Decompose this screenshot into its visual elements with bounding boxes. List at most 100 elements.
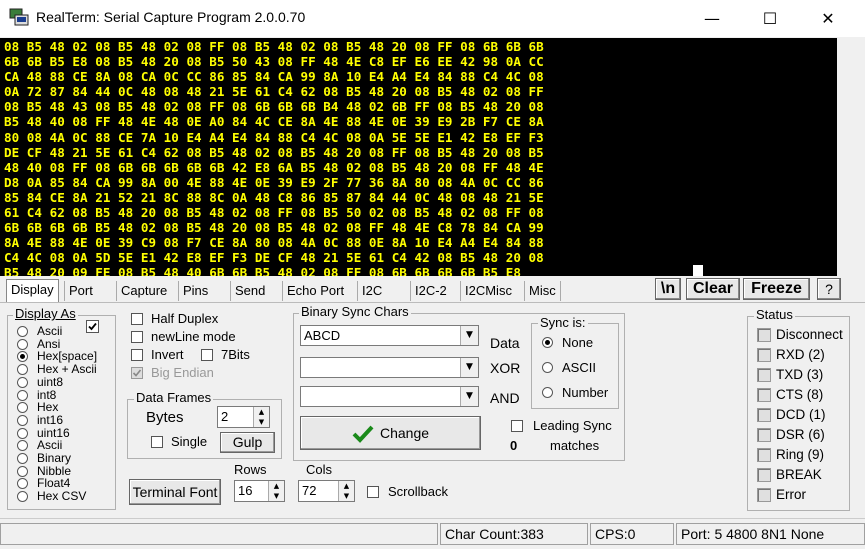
close-button[interactable]: ✕ bbox=[799, 0, 857, 37]
half-duplex-checkbox[interactable] bbox=[131, 313, 143, 325]
change-button[interactable]: Change bbox=[300, 416, 481, 450]
newline-mode-label: newLine mode bbox=[151, 329, 236, 344]
leading-sync-checkbox[interactable] bbox=[511, 420, 523, 432]
status-item: DSR (6) bbox=[757, 427, 847, 443]
display-as-radio[interactable] bbox=[17, 351, 28, 363]
bytes-value: 2 bbox=[221, 409, 229, 424]
tab-misc[interactable]: Misc bbox=[524, 281, 561, 301]
gulp-button[interactable]: Gulp bbox=[220, 432, 275, 453]
cols-spinner[interactable]: 72 ▲ ▼ bbox=[298, 480, 355, 502]
checkmark-icon bbox=[352, 425, 374, 444]
display-as-option[interactable]: Ascii bbox=[17, 325, 112, 338]
terminal-font-button[interactable]: Terminal Font bbox=[129, 479, 221, 505]
chevron-down-icon[interactable]: ▼ bbox=[460, 326, 478, 345]
spin-arrows-icon[interactable]: ▲ ▼ bbox=[253, 407, 269, 427]
display-as-option[interactable]: Hex bbox=[17, 401, 112, 414]
tab-display[interactable]: Display bbox=[6, 279, 59, 303]
chevron-down-icon[interactable]: ▼ bbox=[460, 387, 478, 406]
data-frames-title: Data Frames bbox=[134, 390, 214, 405]
status-item: Ring (9) bbox=[757, 447, 847, 463]
display-as-radio[interactable] bbox=[17, 389, 28, 401]
spin-arrows-icon[interactable]: ▲ ▼ bbox=[268, 481, 284, 501]
sync-number-radio[interactable] bbox=[542, 387, 553, 398]
maximize-button[interactable]: ☐ bbox=[741, 0, 799, 37]
sync-xor-combo[interactable]: ▼ bbox=[300, 357, 479, 378]
sync-ascii-radio[interactable] bbox=[542, 362, 553, 373]
display-as-option[interactable]: Hex + Ascii bbox=[17, 363, 112, 376]
status-bar: Char Count:383 CPS:0 Port: 5 4800 8N1 No… bbox=[0, 518, 865, 549]
matches-label: matches bbox=[550, 438, 600, 453]
invert-checkbox[interactable] bbox=[131, 349, 143, 361]
newline-mode-checkbox[interactable] bbox=[131, 331, 143, 343]
terminal-display[interactable]: 08 B5 48 02 08 B5 48 02 08 FF 08 B5 48 0… bbox=[0, 38, 837, 276]
sync-none-radio[interactable] bbox=[542, 337, 553, 348]
scrollback-label: Scrollback bbox=[388, 484, 448, 499]
tab-echo-port[interactable]: Echo Port bbox=[282, 281, 348, 301]
invert-label: Invert bbox=[151, 347, 184, 362]
big-endian-checkbox[interactable] bbox=[131, 367, 143, 379]
display-as-radio[interactable] bbox=[17, 491, 28, 503]
display-as-option[interactable]: uint8 bbox=[17, 376, 112, 389]
display-as-option[interactable]: Hex CSV bbox=[17, 490, 112, 503]
minimize-button[interactable]: — bbox=[683, 0, 741, 37]
bytes-spinner[interactable]: 2 ▲ ▼ bbox=[217, 406, 270, 428]
newline-button[interactable]: \n bbox=[655, 278, 681, 300]
display-as-radio[interactable] bbox=[17, 478, 28, 490]
half-duplex-label: Half Duplex bbox=[151, 311, 219, 326]
tab-capture[interactable]: Capture bbox=[116, 281, 171, 301]
display-as-radio[interactable] bbox=[17, 465, 28, 477]
checkmark-icon bbox=[132, 369, 142, 377]
change-label: Change bbox=[379, 425, 430, 441]
tab-i2cmisc[interactable]: I2CMisc bbox=[460, 281, 516, 301]
display-as-option[interactable]: uint16 bbox=[17, 426, 112, 440]
display-as-option-label: Hex bbox=[37, 400, 59, 415]
display-as-radio[interactable] bbox=[17, 453, 28, 464]
binary-sync-title: Binary Sync Chars bbox=[299, 304, 411, 319]
status-item-label: RXD (2) bbox=[776, 347, 825, 362]
rows-spinner[interactable]: 16 ▲ ▼ bbox=[234, 480, 285, 502]
display-as-option-label: Binary bbox=[37, 451, 72, 465]
leading-sync-label: Leading Sync bbox=[533, 418, 612, 433]
cps-readout: CPS:0 bbox=[590, 523, 674, 545]
scrollback-checkbox[interactable] bbox=[367, 486, 379, 498]
clear-button[interactable]: Clear bbox=[686, 278, 740, 300]
chevron-down-icon[interactable]: ▼ bbox=[460, 358, 478, 377]
and-label: AND bbox=[490, 390, 520, 406]
display-as-radio[interactable] bbox=[17, 440, 28, 452]
sync-data-value: ABCD bbox=[304, 328, 341, 343]
7bits-checkbox[interactable] bbox=[201, 349, 213, 361]
tab-send[interactable]: Send bbox=[230, 281, 269, 301]
display-as-radio[interactable] bbox=[17, 364, 28, 376]
tab-i2c[interactable]: I2C bbox=[357, 281, 386, 301]
display-as-option[interactable]: int8 bbox=[17, 388, 112, 402]
bytes-label: Bytes bbox=[146, 409, 184, 426]
display-as-option[interactable]: int16 bbox=[17, 414, 112, 427]
status-item: Disconnect bbox=[757, 327, 847, 343]
status-item-label: Disconnect bbox=[776, 327, 843, 342]
status-item-label: Ring (9) bbox=[776, 447, 825, 462]
display-as-radio[interactable] bbox=[17, 338, 28, 350]
single-label: Single bbox=[171, 434, 208, 449]
status-item-label: TXD (3) bbox=[776, 367, 824, 382]
status-item: RXD (2) bbox=[757, 347, 847, 363]
status-item: CTS (8) bbox=[757, 387, 847, 403]
status-led-icon bbox=[757, 468, 771, 482]
sync-data-combo[interactable]: ABCD ▼ bbox=[300, 325, 479, 346]
sync-and-combo[interactable]: ▼ bbox=[300, 386, 479, 407]
big-endian-label: Big Endian bbox=[151, 365, 214, 380]
display-as-radio[interactable] bbox=[17, 326, 28, 337]
spin-arrows-icon[interactable]: ▲ ▼ bbox=[338, 481, 354, 501]
display-as-radio[interactable] bbox=[17, 414, 28, 426]
display-as-radio[interactable] bbox=[17, 427, 28, 439]
display-as-option-label: Hex CSV bbox=[37, 489, 87, 504]
single-checkbox[interactable] bbox=[151, 436, 163, 448]
display-as-radio[interactable] bbox=[17, 402, 28, 414]
tab-port[interactable]: Port bbox=[64, 281, 97, 301]
display-as-radio[interactable] bbox=[17, 376, 28, 388]
port-info: Port: 5 4800 8N1 None bbox=[676, 523, 865, 545]
tab-pins[interactable]: Pins bbox=[178, 281, 212, 301]
status-item-label: Error bbox=[776, 487, 806, 502]
tab-i2c-2[interactable]: I2C-2 bbox=[410, 281, 451, 301]
freeze-button[interactable]: Freeze bbox=[743, 278, 810, 300]
help-button[interactable]: ? bbox=[817, 278, 841, 300]
